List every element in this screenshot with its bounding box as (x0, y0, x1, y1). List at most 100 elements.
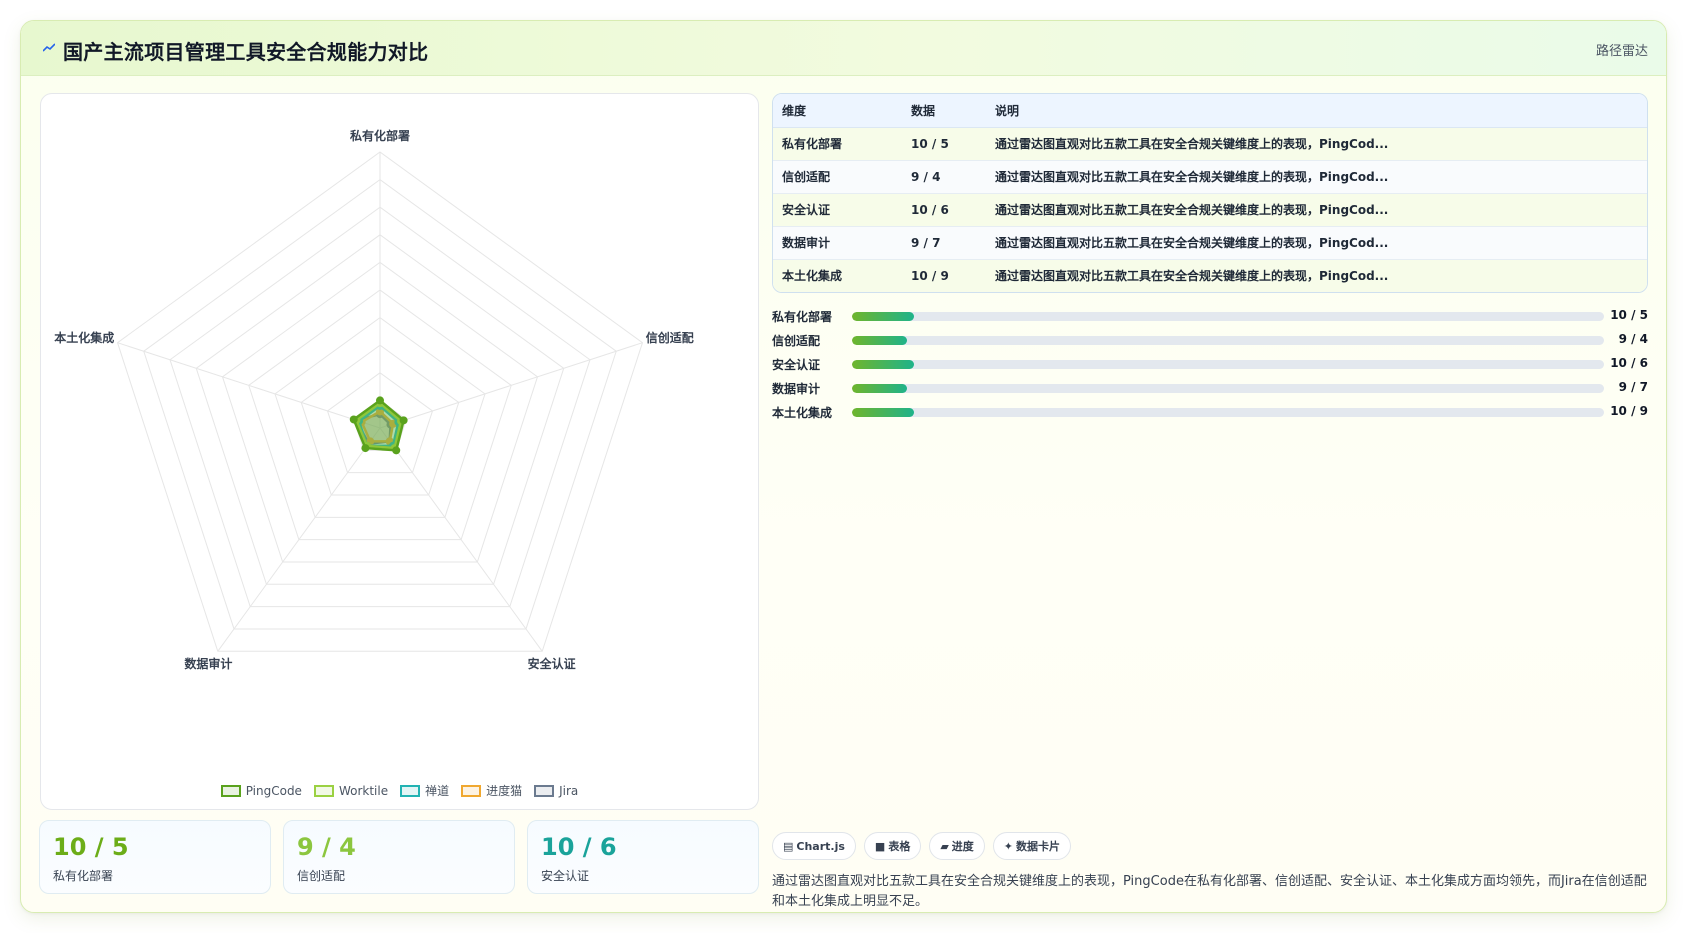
progress-row: 本土化集成 10 / 9 (772, 400, 1648, 424)
stat-label: 信创适配 (297, 869, 346, 883)
chip-label: 表格 (888, 840, 911, 853)
data-table: 维度 数据 说明 私有化部署 10 / 5 通过雷达图直观对比五款工具在安全合规… (772, 93, 1648, 293)
progress-label: 本土化集成 (772, 406, 833, 420)
radar-axis-label: 安全认证 (528, 656, 576, 671)
progress-fill (852, 384, 907, 393)
legend-swatch (400, 784, 421, 797)
summary-text: 通过雷达图直观对比五款工具在安全合规关键维度上的表现，PingCode在私有化部… (772, 874, 1647, 909)
legend-item[interactable]: 进度猫 (461, 782, 522, 799)
cell-description: 通过雷达图直观对比五款工具在安全合规关键维度上的表现，PingCod... (986, 258, 1647, 292)
chip-label: 进度 (951, 840, 974, 853)
legend-label: Jira (559, 783, 579, 798)
table-row: 信创适配 9 / 4 通过雷达图直观对比五款工具在安全合规关键维度上的表现，Pi… (773, 159, 1647, 193)
radar-chart-panel: 私有化部署 信创适配 安全认证 数据审计 本土化集成 PingCode Worktile 禅… (40, 93, 759, 810)
stat-label: 私有化部署 (53, 869, 114, 883)
stat-value: 10 / 5 (53, 833, 129, 861)
stat-card: 10 / 5 私有化部署 (39, 820, 271, 894)
chip-chartjs[interactable]: ▤ Chart.js (772, 832, 856, 860)
progress-fill (852, 408, 914, 417)
table-row: 私有化部署 10 / 5 通过雷达图直观对比五款工具在安全合规关键维度上的表现，… (773, 126, 1647, 160)
chip-table[interactable]: ■ 表格 (863, 832, 922, 860)
progress-fill (852, 360, 914, 369)
progress-label: 数据审计 (772, 382, 821, 396)
progress-row: 私有化部署 10 / 5 (772, 304, 1648, 328)
chart-legend: PingCode Worktile 禅道 进度猫 Jira (41, 782, 758, 799)
main-card: 国产主流项目管理工具安全合规能力对比 路径雷达 私有化部署 信创适配 安全认证 数据审… (20, 20, 1667, 913)
progress-value: 10 / 6 (1610, 356, 1648, 370)
legend-swatch (461, 784, 482, 797)
cell-dimension: 安全认证 (773, 192, 902, 226)
cell-data: 10 / 9 (902, 258, 986, 292)
chip-label: 数据卡片 (1016, 840, 1061, 853)
legend-label: Worktile (338, 783, 389, 798)
cell-data: 10 / 6 (902, 192, 986, 226)
page-title: 国产主流项目管理工具安全合规能力对比 (63, 40, 429, 64)
sparkle-icon: ✦ (1003, 839, 1014, 853)
radar-axis-line (117, 342, 381, 429)
column-header: 说明 (986, 94, 1647, 128)
radar-axis-label: 本土化集成 (54, 330, 114, 345)
cell-description: 通过雷达图直观对比五款工具在安全合规关键维度上的表现，PingCod... (986, 192, 1647, 226)
tech-chips: ▤ Chart.js ■ 表格 ▰ 进度 ✦ 数据卡片 (772, 832, 1072, 860)
progress-list: 私有化部署 10 / 5 信创适配 9 / 4 安全认证 10 / 6 数据审计… (772, 304, 1648, 424)
progress-track (852, 408, 1604, 417)
progress-fill (852, 312, 914, 321)
radar-data-point (349, 415, 358, 424)
radar-data-point (392, 446, 401, 455)
progress-track (852, 360, 1604, 369)
progress-icon: ▰ (940, 839, 949, 853)
progress-value: 10 / 9 (1610, 404, 1648, 418)
cell-dimension: 数据审计 (773, 225, 902, 259)
legend-item[interactable]: PingCode (220, 782, 302, 799)
progress-value: 9 / 7 (1618, 380, 1648, 394)
cell-dimension: 私有化部署 (773, 126, 902, 160)
cell-description: 通过雷达图直观对比五款工具在安全合规关键维度上的表现，PingCod... (986, 126, 1647, 160)
table-header-row: 维度 数据 说明 (773, 94, 1647, 128)
progress-track (852, 336, 1604, 345)
table-row: 本土化集成 10 / 9 通过雷达图直观对比五款工具在安全合规关键维度上的表现，… (773, 258, 1647, 292)
chip-data-card[interactable]: ✦ 数据卡片 (992, 832, 1072, 860)
cell-description: 通过雷达图直观对比五款工具在安全合规关键维度上的表现，PingCod... (986, 159, 1647, 193)
progress-track (852, 312, 1604, 321)
legend-label: 进度猫 (486, 784, 523, 798)
header-tag: 路径雷达 (1595, 44, 1648, 59)
legend-label: 禅道 (425, 784, 450, 798)
radar-data-point (376, 396, 384, 405)
radar-data-point (361, 444, 370, 453)
radar-axis-label: 私有化部署 (349, 128, 410, 143)
stat-value: 10 / 6 (541, 833, 617, 861)
radar-data-point (399, 416, 408, 425)
column-header: 数据 (902, 94, 986, 128)
cell-description: 通过雷达图直观对比五款工具在安全合规关键维度上的表现，PingCod... (986, 225, 1647, 259)
progress-row: 数据审计 9 / 7 (772, 376, 1648, 400)
legend-item[interactable]: 禅道 (400, 782, 449, 799)
progress-row: 信创适配 9 / 4 (772, 328, 1648, 352)
radar-chart: 私有化部署信创适配安全认证 数据审计 本土化集成 (54, 128, 694, 671)
stat-cards: 10 / 5 私有化部署 9 / 4 信创适配 10 / 6 安全认证 (39, 820, 759, 894)
legend-swatch (313, 784, 334, 797)
cell-dimension: 信创适配 (773, 159, 902, 193)
table-icon: ■ (874, 839, 886, 853)
radar-axis-label: 信创适配 (646, 330, 694, 345)
stat-card: 9 / 4 信创适配 (283, 820, 515, 894)
stat-value: 9 / 4 (297, 833, 356, 861)
legend-item[interactable]: Jira (534, 782, 578, 799)
progress-value: 9 / 4 (1618, 332, 1648, 346)
column-header: 维度 (773, 94, 902, 128)
table-row: 数据审计 9 / 7 通过雷达图直观对比五款工具在安全合规关键维度上的表现，Pi… (773, 225, 1647, 259)
progress-label: 私有化部署 (772, 310, 833, 324)
page-header: 国产主流项目管理工具安全合规能力对比 路径雷达 (21, 21, 1666, 76)
chart-icon: ▤ (783, 839, 794, 853)
progress-value: 10 / 5 (1610, 308, 1648, 322)
legend-swatch (534, 784, 555, 797)
legend-label: PingCode (245, 783, 302, 798)
progress-label: 信创适配 (772, 334, 821, 348)
cell-data: 9 / 7 (902, 225, 986, 259)
table-row: 安全认证 10 / 6 通过雷达图直观对比五款工具在安全合规关键维度上的表现，P… (773, 192, 1647, 226)
chip-label: Chart.js (796, 839, 845, 853)
legend-item[interactable]: Worktile (313, 782, 389, 799)
legend-swatch (220, 784, 241, 797)
stat-label: 安全认证 (541, 869, 590, 883)
chip-progress[interactable]: ▰ 进度 (929, 832, 985, 860)
progress-row: 安全认证 10 / 6 (772, 352, 1648, 376)
